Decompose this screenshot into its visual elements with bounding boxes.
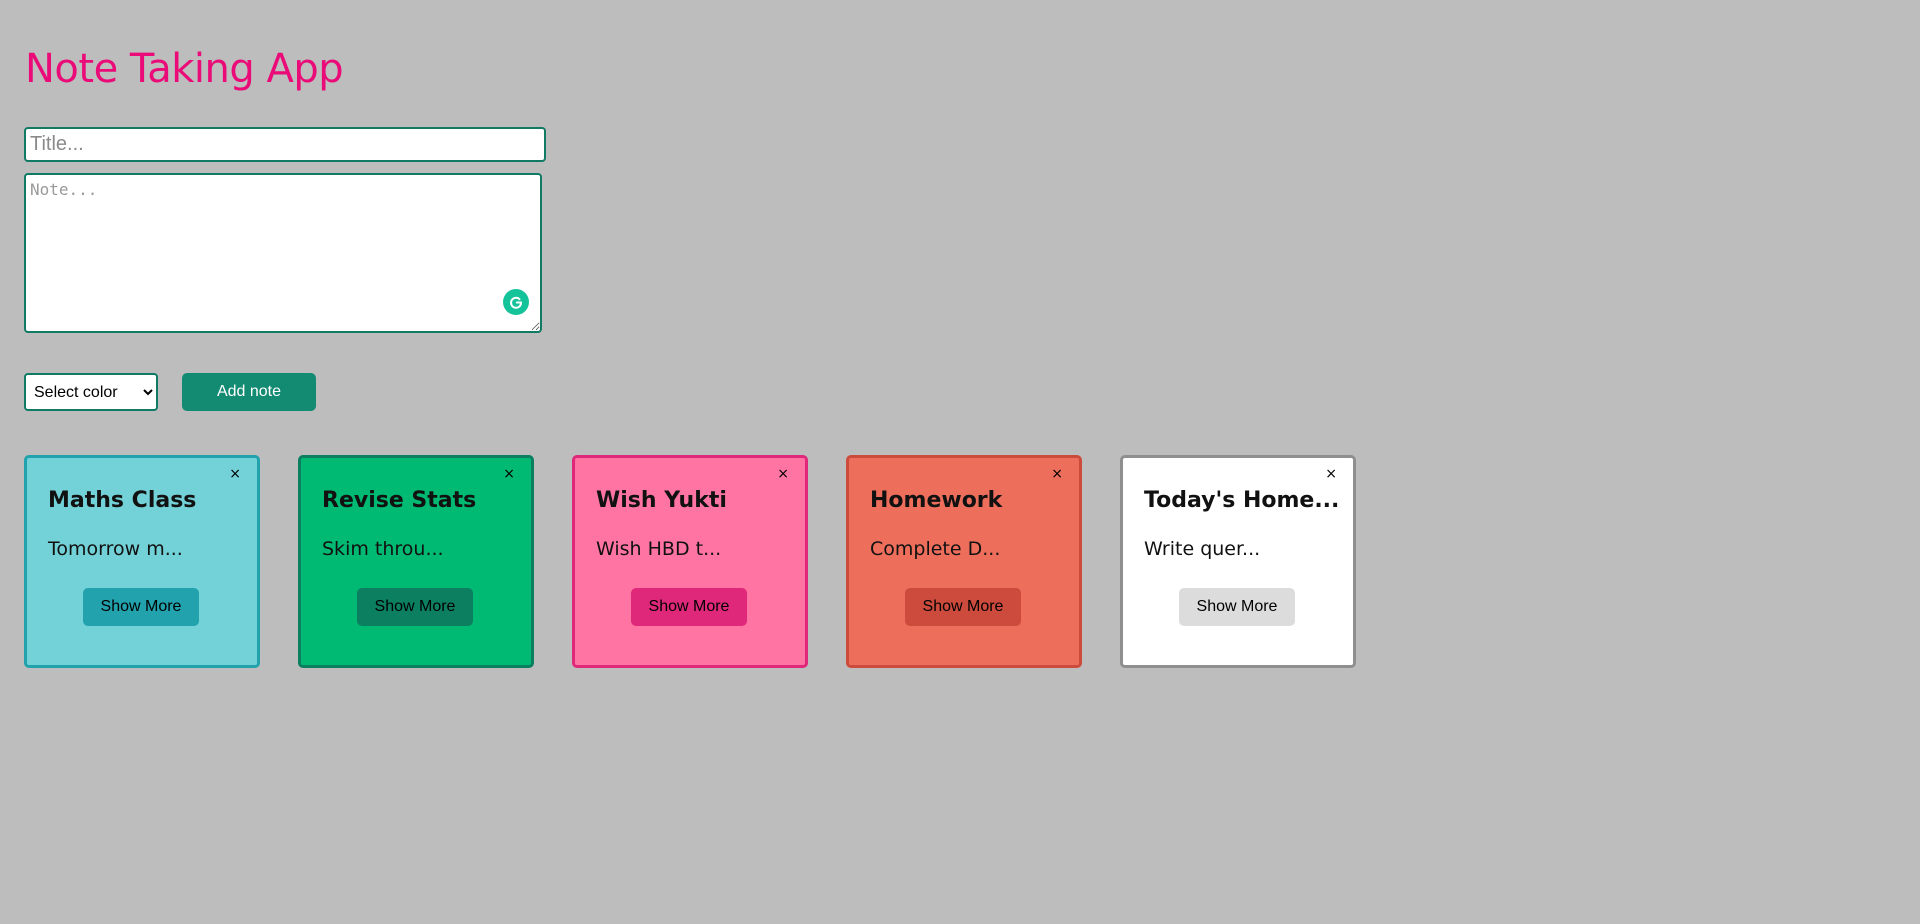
note-card: × Revise Stats Skim throu... Show More — [298, 455, 534, 668]
note-title: Revise Stats — [322, 488, 477, 513]
close-icon[interactable]: × — [777, 466, 789, 482]
note-preview: Tomorrow m... — [48, 538, 183, 560]
close-icon[interactable]: × — [1051, 466, 1063, 482]
note-card: × Today's Home... Write quer... Show Mor… — [1120, 455, 1356, 668]
notes-list: × Maths Class Tomorrow m... Show More × … — [24, 455, 1356, 668]
note-title: Homework — [870, 488, 1003, 513]
note-title: Wish Yukti — [596, 488, 727, 513]
note-textarea[interactable] — [24, 173, 542, 333]
add-note-button[interactable]: Add note — [182, 373, 316, 411]
show-more-button[interactable]: Show More — [83, 588, 199, 626]
note-title: Maths Class — [48, 488, 197, 513]
note-preview: Skim throu... — [322, 538, 444, 560]
note-card: × Maths Class Tomorrow m... Show More — [24, 455, 260, 668]
show-more-button[interactable]: Show More — [905, 588, 1021, 626]
note-preview: Complete D... — [870, 538, 1001, 560]
close-icon[interactable]: × — [1325, 466, 1337, 482]
show-more-button[interactable]: Show More — [1179, 588, 1295, 626]
note-preview: Wish HBD t... — [596, 538, 722, 560]
app: Note Taking App Select color Add note × … — [0, 0, 1920, 924]
note-card: × Wish Yukti Wish HBD t... Show More — [572, 455, 808, 668]
close-icon[interactable]: × — [229, 466, 241, 482]
note-preview: Write quer... — [1144, 538, 1261, 560]
page-title: Note Taking App — [25, 46, 344, 92]
grammarly-icon[interactable] — [503, 289, 529, 315]
title-input[interactable] — [24, 127, 546, 162]
note-card: × Homework Complete D... Show More — [846, 455, 1082, 668]
show-more-button[interactable]: Show More — [631, 588, 747, 626]
show-more-button[interactable]: Show More — [357, 588, 473, 626]
close-icon[interactable]: × — [503, 466, 515, 482]
color-select[interactable]: Select color — [24, 373, 158, 411]
note-title: Today's Home... — [1144, 488, 1340, 513]
